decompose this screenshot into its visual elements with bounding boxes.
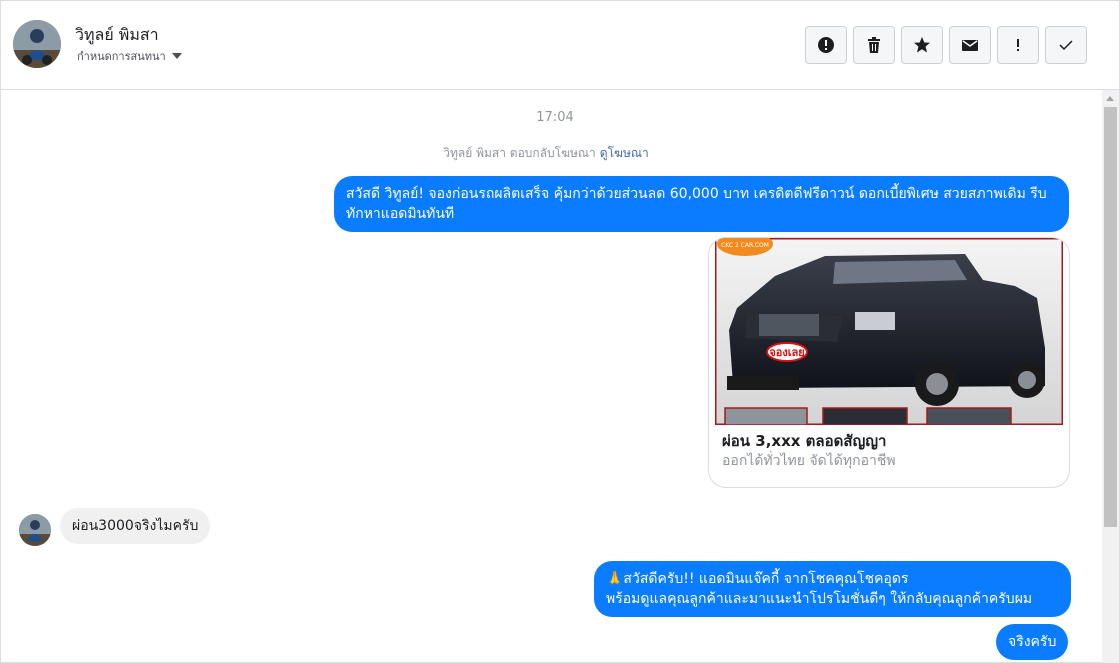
ad-card-subtitle: ออกได้ทั่วไทย จัดได้ทุกอาชีพ <box>722 453 896 469</box>
message-list[interactable]: 17:04 วิทูลย์ พิมสา ตอบกลับโฆษณา ดูโฆษณา … <box>1 90 1101 663</box>
conversation-schedule-dropdown[interactable]: กำหนดการสนทนา <box>77 47 182 65</box>
contact-name[interactable]: วิทูลย์ พิมสา <box>75 23 159 48</box>
vertical-scrollbar[interactable] <box>1102 90 1119 663</box>
schedule-label: กำหนดการสนทนา <box>77 50 166 63</box>
outgoing-message[interactable]: จริงครับ <box>996 624 1069 660</box>
incoming-message[interactable]: ผ่อน3000จริงไมครับ <box>60 508 211 544</box>
header-actions <box>805 26 1087 64</box>
ad-image-sticker: จองเลย <box>769 346 804 359</box>
outgoing-message[interactable]: 🙏สวัสดีครับ!! แอดมินแจ๊คกี้ จากโชคคุณโชค… <box>594 561 1071 617</box>
scroll-up-arrow-icon[interactable] <box>1106 96 1114 101</box>
checkmark-icon <box>1059 40 1073 51</box>
mark-spam-button[interactable] <box>997 26 1039 64</box>
trash-icon <box>868 37 880 53</box>
alert-circle-icon <box>818 37 834 53</box>
mark-unread-button[interactable] <box>949 26 991 64</box>
mark-done-button[interactable] <box>1045 26 1087 64</box>
contact-avatar[interactable] <box>13 20 61 68</box>
outgoing-message[interactable]: สวัสดี วิทูลย์! จองก่อนรถผลิตเสร็จ คุ้มก… <box>334 176 1069 232</box>
exclamation-icon <box>1017 39 1019 51</box>
ad-image[interactable]: CKC 2 CAR.COM จองเลย <box>715 238 1063 425</box>
delete-button[interactable] <box>853 26 895 64</box>
view-ad-link[interactable]: ดูโฆษณา <box>600 146 649 160</box>
star-button[interactable] <box>901 26 943 64</box>
report-button[interactable] <box>805 26 847 64</box>
envelope-icon <box>962 40 978 51</box>
ad-reply-text: วิทูลย์ พิมสา ตอบกลับโฆษณา <box>443 146 596 160</box>
ad-image-logo: CKC 2 CAR.COM <box>721 242 769 249</box>
conversation-header: วิทูลย์ พิมสา กำหนดการสนทนา <box>1 1 1119 90</box>
caret-down-icon <box>171 53 182 59</box>
sender-avatar[interactable] <box>19 514 51 546</box>
ad-card[interactable]: CKC 2 CAR.COM จองเลย ผ่อน 3,xxx ตลอดสัญญ… <box>708 237 1070 488</box>
star-icon <box>914 37 930 53</box>
message-timestamp: 17:04 <box>536 110 574 125</box>
ad-reply-note: วิทูลย์ พิมสา ตอบกลับโฆษณา ดูโฆษณา <box>1 144 1091 163</box>
scrollbar-thumb[interactable] <box>1104 107 1117 527</box>
